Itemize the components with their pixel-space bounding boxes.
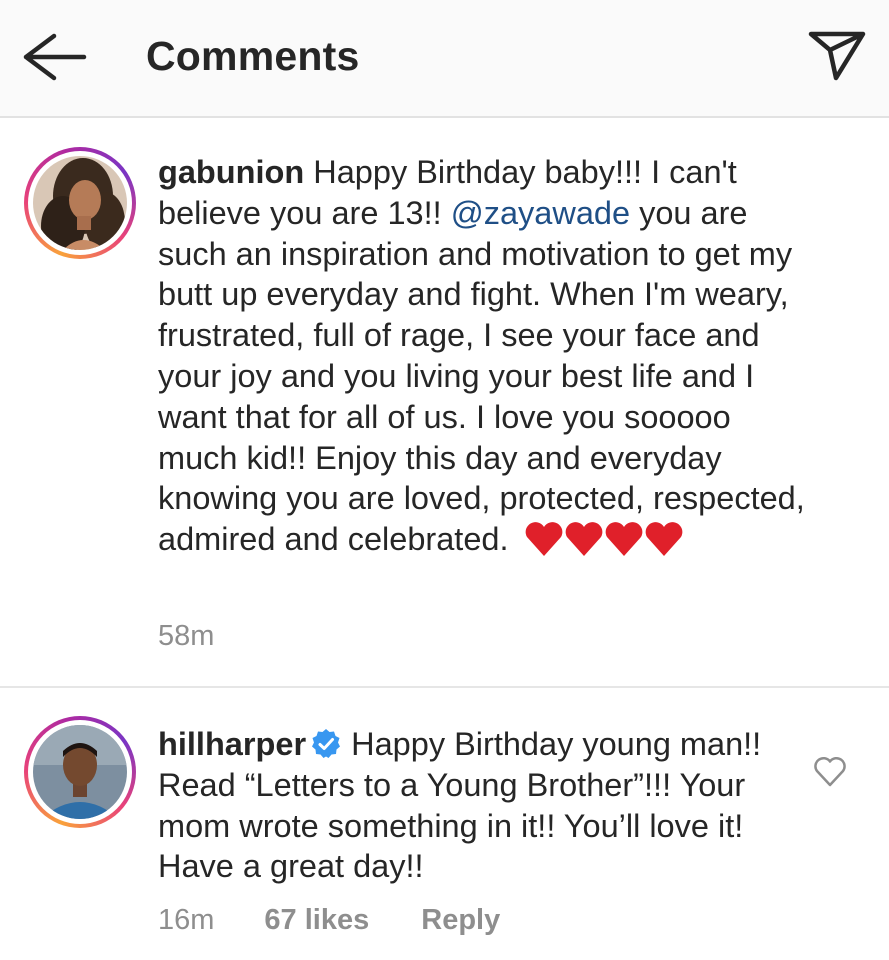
comment-item: hillharper Happy Birthday young man!! Re…: [0, 688, 889, 960]
heart-outline-icon[interactable]: [812, 754, 848, 788]
comment-timestamp: 16m: [158, 904, 215, 936]
avatar-photo: [33, 725, 127, 819]
paper-plane-icon[interactable]: [806, 28, 868, 84]
avatar[interactable]: [24, 716, 136, 828]
comment-timestamp: 58m: [158, 620, 215, 652]
comment-meta: 58m: [158, 620, 214, 653]
verified-badge-icon: [312, 729, 341, 758]
mention-link[interactable]: @zayawade: [451, 195, 630, 231]
comment-username[interactable]: gabunion: [158, 154, 304, 190]
red-hearts-emoji-icon: [525, 522, 682, 557]
reply-button[interactable]: Reply: [421, 904, 500, 937]
comment-text-continued: you are such an inspiration and motivati…: [158, 194, 805, 558]
comment-username[interactable]: hillharper: [158, 726, 306, 762]
header-bar: Comments: [0, 0, 889, 118]
comment-body: gabunion Happy Birthday baby!!! I can't …: [158, 152, 818, 560]
comment-body: hillharper Happy Birthday young man!! Re…: [158, 724, 778, 887]
avatar[interactable]: [24, 147, 136, 259]
avatar-photo: [33, 156, 127, 250]
arrow-left-icon[interactable]: [18, 30, 88, 84]
comment-item: gabunion Happy Birthday baby!!! I can't …: [0, 120, 889, 686]
comment-meta: 16m 67 likes Reply: [158, 904, 500, 937]
likes-count-button[interactable]: 67 likes: [264, 904, 369, 937]
page-title: Comments: [146, 33, 360, 79]
